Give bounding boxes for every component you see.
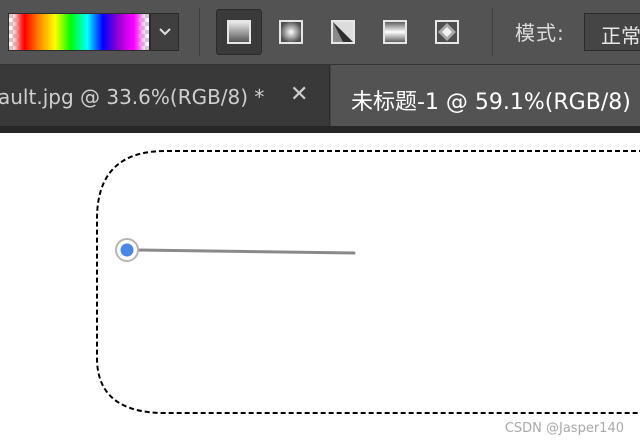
- transparency-checker: [9, 14, 21, 50]
- radial-gradient-button[interactable]: [268, 9, 314, 55]
- gradient-preview-swatch[interactable]: [8, 13, 150, 51]
- toolbar-divider: [199, 8, 200, 56]
- reflected-gradient-button[interactable]: [372, 9, 418, 55]
- toolbar-divider: [492, 8, 493, 56]
- canvas-overlay: [96, 150, 640, 414]
- close-icon[interactable]: ✕: [290, 82, 308, 107]
- chevron-down-icon: [158, 28, 171, 36]
- document-canvas[interactable]: CSDN @Jasper140: [0, 133, 640, 446]
- mode-label: 模式:: [515, 21, 565, 45]
- document-tab-bar: ault.jpg @ 33.6%(RGB/8) * ✕ 未标题-1 @ 59.1…: [0, 64, 640, 127]
- diamond-gradient-button[interactable]: [424, 9, 470, 55]
- watermark: CSDN @Jasper140: [504, 421, 624, 436]
- tab-title: 未标题-1 @ 59.1%(RGB/8): [351, 90, 631, 115]
- blue-dot-icon: [120, 243, 134, 257]
- selection-marquee-dashes: [96, 150, 640, 414]
- document-frame-edge: [0, 126, 640, 133]
- tab-title: ault.jpg @ 33.6%(RGB/8) *: [0, 85, 265, 109]
- gradient-drag-line: [136, 248, 356, 255]
- linear-gradient-icon: [227, 20, 251, 44]
- linear-gradient-button[interactable]: [216, 9, 262, 55]
- gradient-picker-dropdown[interactable]: [150, 13, 179, 51]
- diamond-gradient-icon: [435, 20, 459, 44]
- selection-marquee: [96, 150, 640, 414]
- transparency-checker: [137, 14, 149, 50]
- tab-untitled-1[interactable]: 未标题-1 @ 59.1%(RGB/8): [331, 65, 640, 127]
- options-bar: 模式: 正常: [0, 0, 640, 64]
- tab-default-jpg[interactable]: ault.jpg @ 33.6%(RGB/8) * ✕: [0, 65, 330, 127]
- radial-gradient-icon: [279, 20, 303, 44]
- angle-gradient-icon: [331, 20, 355, 44]
- angle-gradient-button[interactable]: [320, 9, 366, 55]
- reflected-gradient-icon: [383, 20, 407, 44]
- blend-mode-select[interactable]: 正常: [584, 13, 640, 51]
